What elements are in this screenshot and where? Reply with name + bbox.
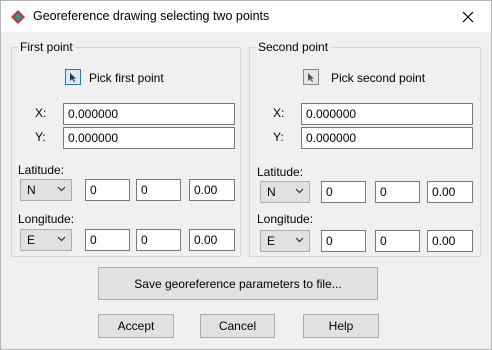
second-latitude-hemisphere-value: N <box>267 185 276 199</box>
chevron-down-icon <box>295 188 304 194</box>
app-icon <box>11 10 25 24</box>
pick-second-point-button[interactable]: Pick second point <box>331 71 425 85</box>
first-latitude-hemisphere-value: N <box>27 183 36 197</box>
accept-button[interactable]: Accept <box>98 314 174 338</box>
second-x-label: X: <box>273 106 285 120</box>
help-button[interactable]: Help <box>303 314 379 338</box>
second-latitude-seconds-input[interactable]: 0.00 <box>427 181 473 203</box>
second-longitude-label: Longitude: <box>257 212 314 226</box>
second-latitude-label: Latitude: <box>257 165 304 179</box>
second-longitude-minutes-input[interactable]: 0 <box>375 230 420 252</box>
first-latitude-degrees-input[interactable]: 0 <box>85 179 130 201</box>
first-point-group-label: First point <box>18 40 75 54</box>
close-icon <box>462 11 474 22</box>
first-longitude-degrees-input[interactable]: 0 <box>85 229 130 251</box>
first-longitude-hemisphere-select[interactable]: E <box>20 229 72 251</box>
title-bar: Georeference drawing selecting two point… <box>1 1 491 32</box>
second-longitude-hemisphere-select[interactable]: E <box>260 230 310 252</box>
second-longitude-seconds-input[interactable]: 0.00 <box>427 230 473 252</box>
second-y-input[interactable]: 0.000000 <box>301 127 473 149</box>
cancel-button[interactable]: Cancel <box>200 314 275 338</box>
first-longitude-hemisphere-value: E <box>27 233 36 247</box>
second-x-input[interactable]: 0.000000 <box>301 103 473 125</box>
dialog-window: Georeference drawing selecting two point… <box>0 0 492 350</box>
save-georeference-button[interactable]: Save georeference parameters to file... <box>98 267 378 300</box>
first-latitude-hemisphere-select[interactable]: N <box>20 179 72 201</box>
first-latitude-seconds-input[interactable]: 0.00 <box>189 179 235 201</box>
pick-second-point-icon[interactable] <box>303 69 319 85</box>
first-longitude-minutes-input[interactable]: 0 <box>136 229 181 251</box>
first-y-input[interactable]: 0.000000 <box>63 127 235 149</box>
first-x-input[interactable]: 0.000000 <box>63 103 235 125</box>
second-latitude-hemisphere-select[interactable]: N <box>260 181 310 203</box>
first-longitude-label: Longitude: <box>18 212 75 226</box>
second-latitude-degrees-input[interactable]: 0 <box>321 181 366 203</box>
first-latitude-label: Latitude: <box>18 163 65 177</box>
window-title: Georeference drawing selecting two point… <box>33 9 270 23</box>
second-longitude-degrees-input[interactable]: 0 <box>321 230 366 252</box>
close-button[interactable] <box>445 1 491 32</box>
second-y-label: Y: <box>273 130 284 144</box>
chevron-down-icon <box>57 236 66 242</box>
first-x-label: X: <box>35 106 47 120</box>
pick-first-point-button[interactable]: Pick first point <box>89 71 164 85</box>
first-y-label: Y: <box>35 130 46 144</box>
first-longitude-seconds-input[interactable]: 0.00 <box>189 229 235 251</box>
second-point-group-label: Second point <box>256 40 331 54</box>
second-longitude-hemisphere-value: E <box>267 234 276 248</box>
chevron-down-icon <box>57 186 66 192</box>
chevron-down-icon <box>295 237 304 243</box>
second-latitude-minutes-input[interactable]: 0 <box>375 181 420 203</box>
pick-first-point-icon[interactable] <box>65 69 81 85</box>
first-latitude-minutes-input[interactable]: 0 <box>136 179 181 201</box>
